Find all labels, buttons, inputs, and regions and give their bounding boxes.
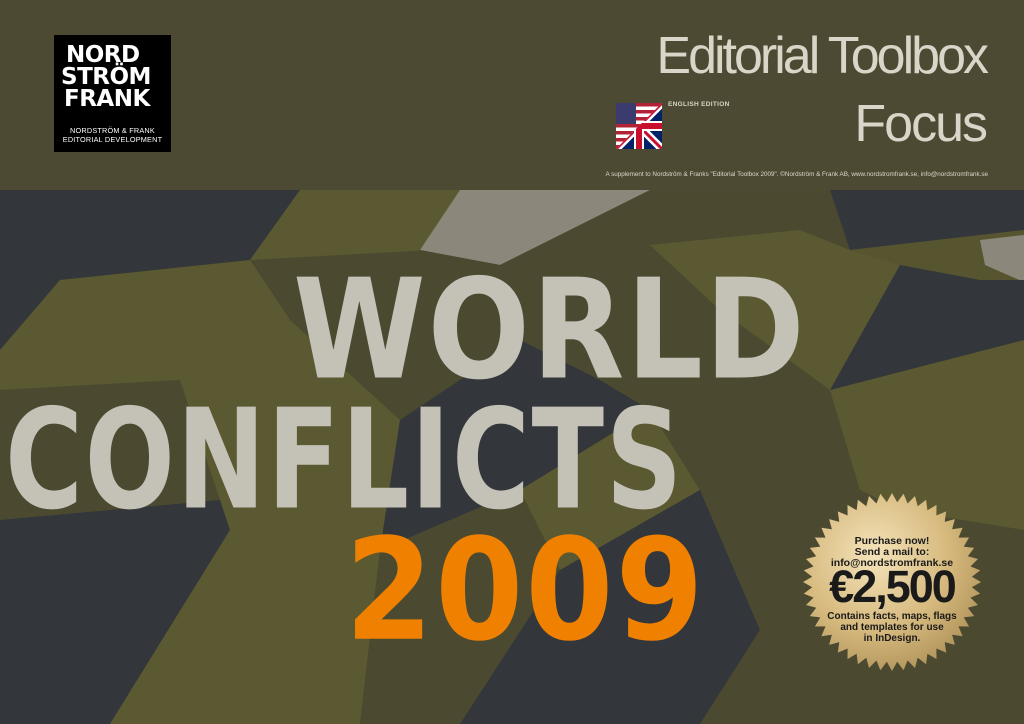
nordstrom-frank-logo: NORD STRÖM FRANK NORDSTRÖM & FRANK EDITO… — [54, 35, 171, 152]
cover-page: NORD STRÖM FRANK NORDSTRÖM & FRANK EDITO… — [0, 0, 1024, 724]
publication-subtitle: Focus — [854, 95, 988, 153]
logo-line-2: STRÖM — [61, 64, 151, 90]
logo-sub-1: NORDSTRÖM & FRANK — [70, 126, 155, 135]
seal-note-3: in InDesign. — [863, 633, 921, 644]
seal-note-1: Contains facts, maps, flags — [827, 611, 957, 622]
logo-sub-2: EDITORIAL DEVELOPMENT — [62, 135, 163, 144]
seal-price: €2,500 — [829, 561, 957, 612]
seal-note-2: and templates for use — [840, 622, 944, 633]
logo-line-3: FRANK — [64, 86, 150, 112]
publication-title: Editorial Toolbox — [656, 27, 989, 85]
supplement-note: A supplement to Nordström & Franks "Edit… — [605, 171, 988, 178]
seal-bottom-text: Contains facts, maps, flags and template… — [802, 611, 982, 644]
logo-line-1: NORD — [66, 42, 140, 68]
edition-label: ENGLISH EDITION — [668, 101, 730, 108]
us-uk-flag-icon — [616, 103, 662, 149]
headline-year: 2009 — [345, 509, 706, 673]
